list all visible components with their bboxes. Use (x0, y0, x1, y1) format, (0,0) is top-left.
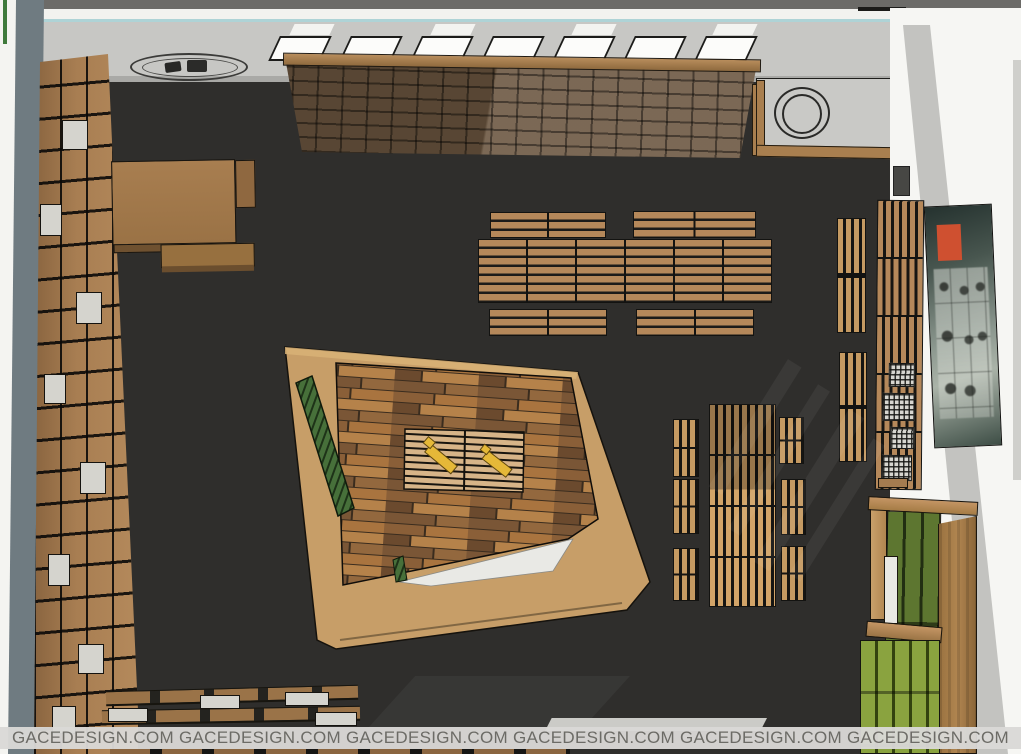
display-table-white (285, 692, 329, 706)
central-platform (220, 325, 660, 655)
shelf-white-cell (62, 120, 88, 150)
watermark-text: GACEDESIGN.COM (513, 728, 675, 748)
display-table-white (108, 708, 148, 722)
window-reflection (430, 24, 475, 35)
shelf-white-cell (80, 462, 106, 494)
desk-top (111, 159, 236, 246)
dark-wall-box (893, 166, 910, 196)
shelf-white-cell (76, 292, 102, 324)
watermark-text: GACEDESIGN.COM (179, 728, 341, 748)
wire-basket (889, 363, 915, 387)
watermark-text: GACEDESIGN.COM (847, 728, 1009, 748)
right-wall-edge-sliver (1013, 60, 1021, 480)
locker-right-wood-panel (938, 516, 977, 754)
bench (673, 419, 699, 477)
watermark-bar: GACEDESIGN.COM GACEDESIGN.COM GACEDESIGN… (0, 727, 1021, 749)
locker-white-cell (884, 556, 898, 624)
slatted-bench-unit (837, 218, 866, 333)
communal-table (478, 239, 772, 303)
basin-inner-circle (782, 94, 822, 134)
window-reflection (712, 24, 757, 35)
display-table-divider (464, 430, 465, 491)
shelf-white-cell (78, 644, 104, 674)
fixture-glyph-right (187, 60, 207, 72)
green-wall-edge-line (3, 0, 7, 44)
wall-poster (924, 204, 1002, 449)
wire-basket (882, 393, 914, 421)
locker-top-wood-bits (878, 478, 908, 488)
desk-right-extension (235, 160, 256, 208)
window-reflection (571, 24, 616, 35)
watermark-text: GACEDESIGN.COM (12, 728, 174, 748)
below-bar-display-boxes (110, 749, 570, 754)
poster-orange-logo (937, 224, 963, 261)
desk-bottom-front-edge (162, 265, 254, 273)
poster-photo-grid (933, 267, 993, 419)
shelf-white-cell (44, 374, 66, 404)
watermark-text: GACEDESIGN.COM (680, 728, 842, 748)
render-canvas: GACEDESIGN.COM GACEDESIGN.COM GACEDESIGN… (0, 0, 1021, 754)
bench (673, 479, 699, 534)
window-reflection (289, 24, 334, 35)
counter-box-bottom-wood-edge (756, 145, 898, 159)
display-table-white (200, 695, 240, 709)
wire-basket (890, 427, 914, 449)
bench (490, 212, 606, 238)
shelf-white-cell (40, 204, 62, 236)
bench (673, 548, 699, 601)
watermark-text: GACEDESIGN.COM (346, 728, 508, 748)
shelf-white-cell (48, 554, 70, 586)
reception-desk (109, 157, 261, 275)
bench (633, 211, 756, 238)
display-table-white (315, 712, 357, 726)
green-locker-cabinet (860, 478, 980, 754)
